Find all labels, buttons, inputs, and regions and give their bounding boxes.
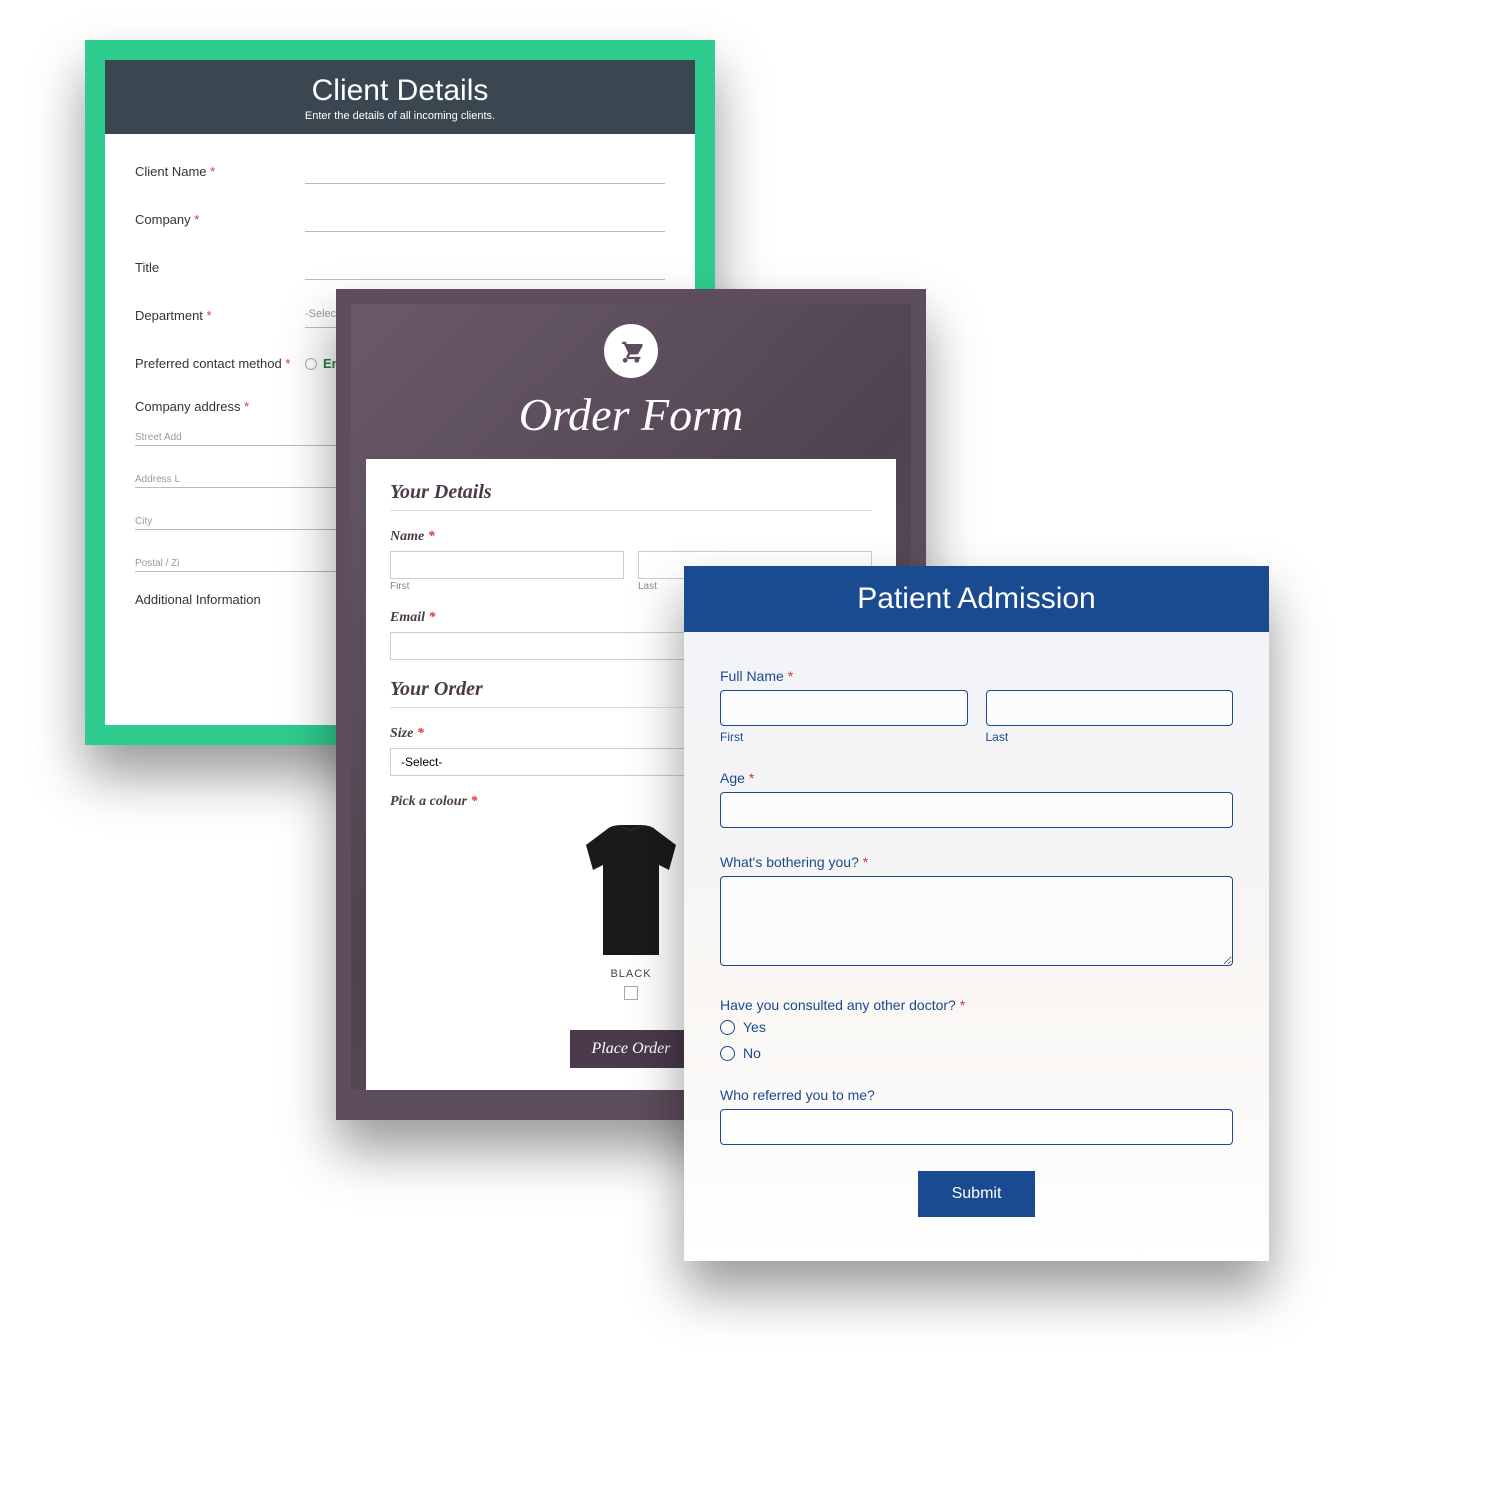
client-name-input[interactable] <box>305 164 665 184</box>
full-name-label: Full Name * <box>720 668 1233 684</box>
form1-header: Client Details Enter the details of all … <box>105 60 695 134</box>
first-sublabel: First <box>720 730 968 744</box>
age-label: Age * <box>720 770 1233 786</box>
radio-icon <box>720 1020 735 1035</box>
additional-info-label: Additional Information <box>135 592 305 607</box>
first-sublabel: First <box>390 581 624 592</box>
company-row: Company * <box>135 212 665 232</box>
title-row: Title <box>135 260 665 280</box>
yes-label: Yes <box>743 1019 766 1035</box>
form3-panel: Patient Admission Full Name * First Last <box>684 566 1269 1261</box>
form3-title: Patient Admission <box>684 566 1269 632</box>
last-name-input[interactable] <box>986 690 1234 726</box>
last-sublabel: Last <box>986 730 1234 744</box>
company-input[interactable] <box>305 212 665 232</box>
shirt-image <box>571 820 691 960</box>
form2-header: Order Form <box>351 304 911 459</box>
company-address-label: Company address * <box>135 399 305 414</box>
bothering-textarea[interactable] <box>720 876 1233 966</box>
referred-label: Who referred you to me? <box>720 1087 1233 1103</box>
radio-icon <box>305 358 317 370</box>
age-input[interactable] <box>720 792 1233 828</box>
name-label: Name * <box>390 529 872 545</box>
radio-icon <box>720 1046 735 1061</box>
no-label: No <box>743 1045 761 1061</box>
title-input[interactable] <box>305 260 665 280</box>
form1-subtitle: Enter the details of all incoming client… <box>115 110 685 122</box>
form2-title: Order Form <box>361 388 901 441</box>
consulted-no-radio[interactable]: No <box>720 1045 1233 1061</box>
company-label: Company * <box>135 212 305 232</box>
contact-method-label: Preferred contact method * <box>135 356 305 371</box>
form1-title: Client Details <box>115 74 685 108</box>
product-checkbox[interactable] <box>624 986 638 1000</box>
department-label: Department * <box>135 308 305 328</box>
patient-admission-form: Patient Admission Full Name * First Last <box>684 566 1269 1261</box>
submit-button[interactable]: Submit <box>918 1171 1036 1217</box>
referred-input[interactable] <box>720 1109 1233 1145</box>
your-details-heading: Your Details <box>390 481 872 511</box>
place-order-button[interactable]: Place Order <box>570 1030 693 1068</box>
client-name-row: Client Name * <box>135 164 665 184</box>
cart-icon <box>604 324 658 378</box>
form3-body: Full Name * First Last Age <box>684 632 1269 1261</box>
client-name-label: Client Name * <box>135 164 305 184</box>
consulted-yes-radio[interactable]: Yes <box>720 1019 1233 1035</box>
title-label: Title <box>135 260 305 280</box>
first-name-input[interactable] <box>720 690 968 726</box>
first-name-input[interactable] <box>390 551 624 579</box>
consulted-label: Have you consulted any other doctor? * <box>720 997 1233 1013</box>
